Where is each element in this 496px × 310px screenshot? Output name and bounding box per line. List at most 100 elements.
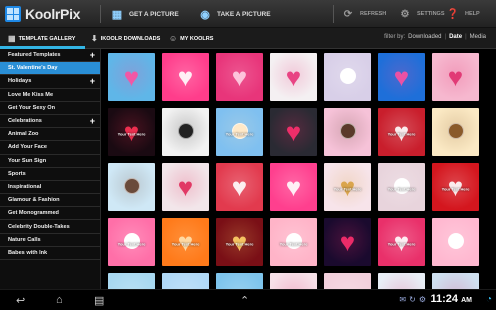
- tab-my-koolrs[interactable]: ☺ MY KOOLRS: [169, 33, 213, 44]
- sidebar-item[interactable]: Celebrations +: [0, 115, 100, 129]
- template-thumbnail[interactable]: ♥: [324, 273, 371, 289]
- category-sidebar: Featured Templates + St. Valentine's Day Ho…: [0, 49, 101, 289]
- grid-icon: ▦: [8, 34, 16, 43]
- tab-template-gallery-label: TEMPLATE GALLERY: [18, 35, 76, 42]
- template-thumbnail[interactable]: ♥ Your Text Here: [108, 108, 155, 156]
- template-thumbnail[interactable]: ♥: [270, 53, 317, 101]
- sidebar-item[interactable]: Nature Calls: [0, 234, 100, 247]
- template-thumbnail[interactable]: [108, 163, 155, 211]
- template-thumbnail[interactable]: ♥: [216, 273, 263, 289]
- tab-template-gallery[interactable]: ▦ TEMPLATE GALLERY: [8, 33, 75, 44]
- sidebar-item[interactable]: Featured Templates +: [0, 49, 100, 63]
- refresh-button[interactable]: ⟳ REFRESH: [341, 6, 386, 22]
- photo-subject-icon: [339, 123, 356, 140]
- template-thumbnail[interactable]: [162, 108, 209, 156]
- template-thumbnail[interactable]: Your Text Here: [108, 218, 155, 266]
- tab-my-koolrs-label: MY KOOLRS: [180, 35, 214, 42]
- sidebar-item[interactable]: Love Me Kiss Me: [0, 89, 100, 102]
- sidebar-item[interactable]: Animal Zoo: [0, 128, 100, 142]
- sidebar-item-label: Inspirational: [8, 183, 42, 190]
- template-thumbnail[interactable]: ♥: [108, 273, 155, 289]
- notification-icon: ✉: [399, 295, 407, 304]
- template-thumbnail[interactable]: [432, 218, 479, 266]
- template-thumbnail[interactable]: ♥: [378, 273, 425, 289]
- heart-icon: ♥: [177, 172, 194, 202]
- template-thumbnail[interactable]: ♥: [324, 218, 371, 266]
- template-thumbnail[interactable]: [324, 108, 371, 156]
- template-thumbnail[interactable]: ♥: [162, 53, 209, 101]
- back-icon[interactable]: ↩: [16, 294, 25, 307]
- template-thumbnail[interactable]: ♥: [432, 273, 479, 289]
- sidebar-item[interactable]: Get Your Sexy On: [0, 102, 100, 115]
- sidebar-item[interactable]: Celebrity Double-Takes: [0, 220, 100, 234]
- tab-ikoolr-downloads[interactable]: ⬇ IKOOLR DOWNLOADS: [91, 33, 160, 44]
- thumbnail-caption: Your Text Here: [117, 241, 146, 247]
- app-logo-icon: [5, 6, 21, 22]
- heart-icon: ♥: [231, 62, 248, 92]
- template-thumbnail[interactable]: [324, 53, 371, 101]
- take-picture-label: TAKE A PICTURE: [217, 10, 271, 18]
- get-picture-button[interactable]: ▦ GET A PICTURE: [110, 6, 179, 22]
- thumbnail-caption: Your Text Here: [387, 131, 416, 137]
- gallery-tabs: ▦ TEMPLATE GALLERY ⬇ IKOOLR DOWNLOADS ☺ …: [0, 28, 496, 49]
- sidebar-item[interactable]: Inspirational: [0, 181, 100, 195]
- sidebar-item[interactable]: Get Monogrammed: [0, 207, 100, 221]
- template-thumbnail[interactable]: ♥ Your Text Here: [324, 163, 371, 211]
- template-thumbnail[interactable]: ♥: [432, 53, 479, 101]
- wifi-icon: ◔: [485, 294, 492, 305]
- filter-option-media[interactable]: Media: [470, 34, 486, 40]
- template-thumbnail[interactable]: ♥: [216, 163, 263, 211]
- expand-icon[interactable]: +: [90, 50, 95, 60]
- take-picture-button[interactable]: ◉ TAKE A PICTURE: [198, 6, 271, 22]
- sidebar-item-label: St. Valentine's Day: [8, 65, 58, 72]
- heart-icon: ♥: [285, 172, 302, 202]
- template-thumbnail[interactable]: ♥ Your Text Here: [378, 218, 425, 266]
- sidebar-item-label: Add Your Face: [8, 144, 47, 151]
- sidebar-item-label: Get Your Sexy On: [8, 104, 56, 111]
- template-thumbnail[interactable]: Your Text Here: [378, 163, 425, 211]
- template-thumbnail[interactable]: Your Text Here: [270, 218, 317, 266]
- sidebar-item[interactable]: Holidays +: [0, 75, 100, 89]
- help-button[interactable]: ❓ HELP: [446, 6, 480, 22]
- template-thumbnail[interactable]: ♥: [378, 53, 425, 101]
- settings-button[interactable]: ⚙ SETTINGS: [398, 6, 445, 22]
- template-thumbnail[interactable]: ♥: [270, 108, 317, 156]
- recent-apps-icon[interactable]: ▤: [94, 294, 104, 307]
- action-bar: KoolrPix ▦ GET A PICTURE ◉ TAKE A PICTUR…: [0, 0, 496, 28]
- expand-icon[interactable]: +: [90, 76, 95, 86]
- template-thumbnail[interactable]: Your Text Here: [216, 108, 263, 156]
- sidebar-item[interactable]: Sports: [0, 168, 100, 181]
- sidebar-item[interactable]: Add Your Face: [0, 141, 100, 155]
- chevron-up-icon[interactable]: ⌃: [240, 294, 249, 307]
- filter-option-date[interactable]: Date: [449, 34, 462, 40]
- heart-icon: ♥: [285, 117, 302, 147]
- thumbnail-caption: Your Text Here: [441, 186, 470, 192]
- sidebar-item-label: Animal Zoo: [8, 131, 39, 138]
- sidebar-item[interactable]: Babes with Ink: [0, 247, 100, 260]
- photo-subject-icon: [177, 123, 194, 140]
- sidebar-item[interactable]: Glamour & Fashion: [0, 194, 100, 208]
- sidebar-item-label: Featured Templates: [8, 52, 61, 59]
- filter-option-downloaded[interactable]: Downloaded: [408, 34, 441, 40]
- template-thumbnail[interactable]: ♥ Your Text Here: [216, 218, 263, 266]
- template-thumbnail[interactable]: ♥: [270, 163, 317, 211]
- template-thumbnail[interactable]: [432, 108, 479, 156]
- thumbnail-caption: Your Text Here: [117, 131, 146, 137]
- template-thumbnail[interactable]: ♥: [108, 53, 155, 101]
- expand-icon[interactable]: +: [90, 116, 95, 126]
- template-thumbnail[interactable]: ♥: [162, 273, 209, 289]
- filter-bar: filter by: Downloaded | Date | Media: [384, 34, 486, 40]
- template-thumbnail[interactable]: ♥ Your Text Here: [162, 218, 209, 266]
- download-icon: ⬇: [91, 34, 98, 43]
- sidebar-item[interactable]: Your Sun Sign: [0, 155, 100, 168]
- sidebar-item[interactable]: St. Valentine's Day: [0, 62, 100, 76]
- template-thumbnail[interactable]: ♥ Your Text Here: [432, 163, 479, 211]
- template-thumbnail[interactable]: ♥ Your Text Here: [378, 108, 425, 156]
- template-thumbnail[interactable]: ♥: [270, 273, 317, 289]
- heart-icon: ♥: [123, 62, 140, 92]
- sidebar-item-label: Sports: [8, 170, 26, 177]
- home-icon[interactable]: ⌂: [56, 294, 63, 306]
- template-thumbnail[interactable]: ♥: [216, 53, 263, 101]
- gear-icon: ⚙: [400, 8, 410, 20]
- template-thumbnail[interactable]: ♥: [162, 163, 209, 211]
